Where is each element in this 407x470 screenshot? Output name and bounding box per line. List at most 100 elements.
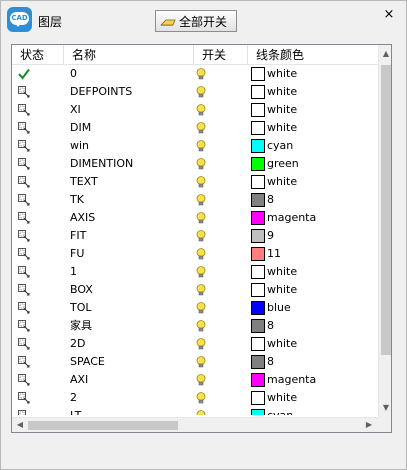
scroll-right-arrow[interactable]: ▶ (362, 418, 376, 432)
table-row[interactable]: BOX white (12, 281, 379, 299)
lightbulb-icon[interactable] (196, 266, 206, 278)
lightbulb-icon[interactable] (196, 410, 206, 415)
layer-icon[interactable] (16, 371, 30, 389)
scroll-down-arrow[interactable]: ▼ (379, 401, 391, 415)
layer-color[interactable]: blue (251, 299, 291, 317)
column-header-state[interactable]: 状态 (12, 45, 64, 65)
table-row[interactable]: win cyan (12, 137, 379, 155)
layer-color[interactable]: white (251, 173, 297, 191)
table-row[interactable]: SPACE 8 (12, 353, 379, 371)
layer-color[interactable]: 9 (251, 227, 274, 245)
scroll-up-arrow[interactable]: ▲ (379, 47, 391, 61)
layer-name[interactable]: FIT (70, 227, 86, 245)
table-row[interactable]: LT cyan (12, 407, 379, 415)
layer-name[interactable]: TEXT (70, 173, 98, 191)
lightbulb-icon[interactable] (196, 248, 206, 260)
lightbulb-icon[interactable] (196, 374, 206, 386)
column-header-switch[interactable]: 开关 (194, 45, 248, 65)
layer-icon[interactable] (16, 281, 30, 299)
table-row[interactable]: TEXT white (12, 173, 379, 191)
layer-icon[interactable] (16, 353, 30, 371)
layer-name[interactable]: 家具 (70, 317, 92, 335)
lightbulb-icon[interactable] (196, 86, 206, 98)
lightbulb-icon[interactable] (196, 68, 206, 80)
table-row[interactable]: TK 8 (12, 191, 379, 209)
lightbulb-icon[interactable] (196, 284, 206, 296)
toggle-all-button[interactable]: 全部开关 (155, 10, 237, 32)
layer-icon[interactable] (16, 83, 30, 101)
layer-color[interactable]: white (251, 119, 297, 137)
layer-name[interactable]: LT (70, 407, 81, 415)
lightbulb-icon[interactable] (196, 140, 206, 152)
lightbulb-icon[interactable] (196, 392, 206, 404)
layer-icon[interactable] (16, 155, 30, 173)
column-header-line-color[interactable]: 线条颜色 (248, 45, 379, 65)
layer-color[interactable]: white (251, 335, 297, 353)
layer-name[interactable]: 2 (70, 389, 77, 407)
layer-name[interactable]: XI (70, 101, 81, 119)
layer-icon[interactable] (16, 119, 30, 137)
layer-color[interactable]: white (251, 83, 297, 101)
layer-color[interactable]: magenta (251, 209, 316, 227)
lightbulb-icon[interactable] (196, 194, 206, 206)
table-row[interactable]: 0 white (12, 65, 379, 83)
layer-name[interactable]: DIM (70, 119, 91, 137)
layer-name[interactable]: FU (70, 245, 84, 263)
layer-name[interactable]: AXI (70, 371, 88, 389)
scroll-left-arrow[interactable]: ◀ (13, 418, 27, 432)
layer-name[interactable]: 1 (70, 263, 77, 281)
layer-icon[interactable] (16, 137, 30, 155)
lightbulb-icon[interactable] (196, 320, 206, 332)
table-row[interactable]: AXI magenta (12, 371, 379, 389)
vertical-scroll-thumb[interactable] (381, 65, 391, 355)
vertical-scrollbar[interactable]: ▲ ▼ (378, 45, 391, 417)
table-row[interactable]: TOL blue (12, 299, 379, 317)
table-row[interactable]: 2 white (12, 389, 379, 407)
layer-color[interactable]: white (251, 263, 297, 281)
table-row[interactable]: DEFPOINTS white (12, 83, 379, 101)
lightbulb-icon[interactable] (196, 356, 206, 368)
layer-name[interactable]: BOX (70, 281, 93, 299)
layer-name[interactable]: win (70, 137, 89, 155)
lightbulb-icon[interactable] (196, 212, 206, 224)
layer-name[interactable]: TOL (70, 299, 92, 317)
table-row[interactable]: FIT 9 (12, 227, 379, 245)
lightbulb-icon[interactable] (196, 104, 206, 116)
layer-color[interactable]: 8 (251, 353, 274, 371)
table-row[interactable]: DIMENTION green (12, 155, 379, 173)
horizontal-scroll-thumb[interactable] (28, 421, 178, 430)
layer-color[interactable]: 8 (251, 317, 274, 335)
layer-name[interactable]: AXIS (70, 209, 95, 227)
layer-name[interactable]: DEFPOINTS (70, 83, 132, 101)
table-row[interactable]: AXIS magenta (12, 209, 379, 227)
layer-color[interactable]: magenta (251, 371, 316, 389)
layer-icon[interactable] (16, 407, 30, 415)
layer-color[interactable]: white (251, 389, 297, 407)
layer-name[interactable]: TK (70, 191, 84, 209)
close-button[interactable]: × (381, 7, 397, 23)
layer-icon[interactable] (16, 335, 30, 353)
table-row[interactable]: FU 11 (12, 245, 379, 263)
lightbulb-icon[interactable] (196, 230, 206, 242)
table-row[interactable]: 1 white (12, 263, 379, 281)
layer-name[interactable]: 2D (70, 335, 85, 353)
layer-color[interactable]: white (251, 101, 297, 119)
layer-color[interactable]: cyan (251, 137, 293, 155)
layer-color[interactable]: green (251, 155, 299, 173)
layer-color[interactable]: 8 (251, 191, 274, 209)
table-row[interactable]: XI white (12, 101, 379, 119)
layer-icon[interactable] (16, 299, 30, 317)
layer-icon[interactable] (16, 317, 30, 335)
layer-icon[interactable] (16, 101, 30, 119)
layer-name[interactable]: 0 (70, 65, 77, 83)
layer-color[interactable]: white (251, 65, 297, 83)
table-row[interactable]: 2D white (12, 335, 379, 353)
layer-color[interactable]: cyan (251, 407, 293, 415)
lightbulb-icon[interactable] (196, 176, 206, 188)
horizontal-scrollbar[interactable]: ◀ ▶ (12, 417, 378, 432)
column-header-name[interactable]: 名称 (64, 45, 194, 65)
lightbulb-icon[interactable] (196, 122, 206, 134)
layer-color[interactable]: white (251, 281, 297, 299)
layer-icon[interactable] (16, 209, 30, 227)
checkmark-icon[interactable] (16, 65, 30, 83)
